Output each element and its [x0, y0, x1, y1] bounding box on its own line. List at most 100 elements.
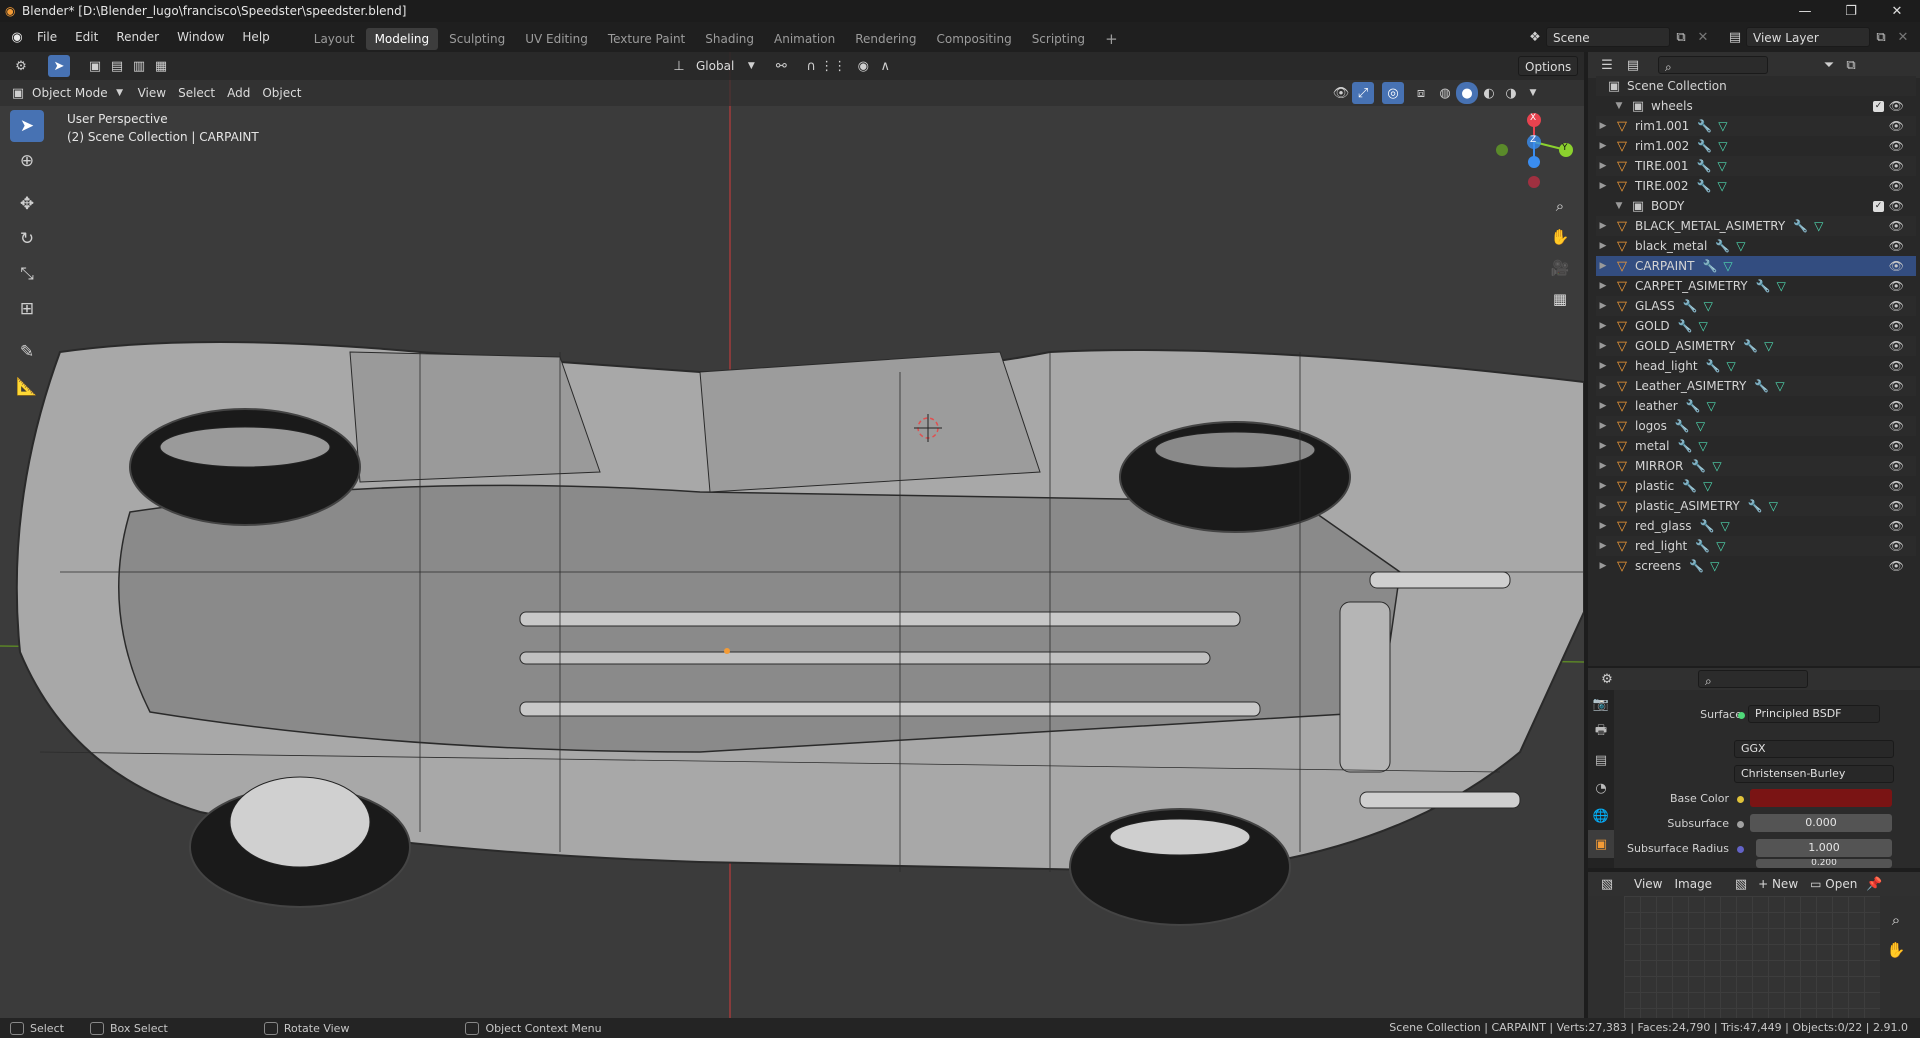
outliner-object-row[interactable]: ▶ ▽ MIRROR 🔧 ▽ 👁: [1596, 456, 1916, 476]
view-layer-field[interactable]: View Layer: [1746, 27, 1870, 47]
mesh-data-icon[interactable]: ▽: [1707, 399, 1716, 413]
ortho-grid-icon[interactable]: ▦: [1546, 285, 1574, 313]
menu-image[interactable]: Image: [1668, 874, 1718, 894]
visibility-eye-icon[interactable]: 👁: [1889, 519, 1904, 533]
visibility-eye-icon[interactable]: 👁: [1889, 439, 1904, 453]
chevron-down-icon[interactable]: ▼: [1522, 82, 1544, 104]
outliner-object-row[interactable]: ▶ ▽ TIRE.001 🔧 ▽ 👁: [1596, 156, 1916, 176]
falloff-icon[interactable]: ∧: [874, 55, 896, 77]
expand-arrow-icon[interactable]: ▶: [1596, 341, 1610, 351]
new-scene-icon[interactable]: ⧉: [1670, 26, 1692, 48]
blender-menu-icon[interactable]: ◉: [6, 26, 28, 48]
outliner-object-row[interactable]: ▶ ▽ plastic_ASIMETRY 🔧 ▽ 👁: [1596, 496, 1916, 516]
mesh-data-icon[interactable]: ▽: [1717, 179, 1726, 193]
scene-tab-icon[interactable]: ◔: [1588, 774, 1614, 802]
mesh-data-icon[interactable]: ▽: [1698, 439, 1707, 453]
zoom-icon[interactable]: ⌕: [1882, 906, 1910, 934]
expand-arrow-icon[interactable]: ▶: [1596, 521, 1610, 531]
orientation-icon[interactable]: ⊥: [668, 55, 690, 77]
zoom-icon[interactable]: ⌕: [1546, 192, 1574, 220]
outliner-object-row[interactable]: ▶ ▽ GLASS 🔧 ▽ 👁: [1596, 296, 1916, 316]
modifier-wrench-icon[interactable]: 🔧: [1697, 179, 1712, 193]
modifier-wrench-icon[interactable]: 🔧: [1675, 419, 1690, 433]
xray-icon[interactable]: ⧈: [1410, 82, 1432, 104]
world-tab-icon[interactable]: 🌐: [1588, 802, 1614, 830]
snap-target-icon[interactable]: ⋮⋮: [820, 55, 846, 77]
visibility-eye-icon[interactable]: 👁: [1889, 479, 1904, 493]
outliner-object-row[interactable]: ▶ ▽ GOLD_ASIMETRY 🔧 ▽ 👁: [1596, 336, 1916, 356]
mesh-data-icon[interactable]: ▽: [1704, 299, 1713, 313]
new-collection-icon[interactable]: ⧉: [1840, 54, 1862, 76]
menu-object[interactable]: Object: [256, 83, 307, 103]
remove-view-layer-icon[interactable]: ✕: [1892, 26, 1914, 48]
tab-compositing[interactable]: Compositing: [927, 28, 1020, 50]
outliner-object-row[interactable]: ▶ ▽ screens 🔧 ▽ 👁: [1596, 556, 1916, 576]
display-mode-icon[interactable]: ▤: [1622, 54, 1644, 76]
restore-icon[interactable]: ❐: [1828, 0, 1874, 22]
new-image-button[interactable]: + New: [1752, 874, 1804, 894]
visibility-eye-icon[interactable]: 👁: [1889, 539, 1904, 553]
surface-shader-field[interactable]: Principled BSDF: [1748, 705, 1880, 723]
mode-dropdown[interactable]: Object Mode: [26, 83, 114, 103]
outliner-object-row[interactable]: ▶ ▽ metal 🔧 ▽ 👁: [1596, 436, 1916, 456]
minimize-icon[interactable]: —: [1782, 0, 1828, 22]
mesh-data-icon[interactable]: ▽: [1699, 319, 1708, 333]
modifier-wrench-icon[interactable]: 🔧: [1689, 559, 1704, 573]
outliner-object-row[interactable]: ▶ ▽ BLACK_METAL_ASIMETRY 🔧 ▽ 👁: [1596, 216, 1916, 236]
outliner-object-row[interactable]: ▶ ▽ GOLD 🔧 ▽ 👁: [1596, 316, 1916, 336]
modifier-wrench-icon[interactable]: 🔧: [1793, 219, 1808, 233]
distribution-dropdown[interactable]: GGX: [1734, 740, 1894, 758]
modifier-wrench-icon[interactable]: 🔧: [1677, 439, 1692, 453]
expand-arrow-icon[interactable]: ▶: [1596, 361, 1610, 371]
subsurface-method-dropdown[interactable]: Christensen-Burley: [1734, 765, 1894, 783]
mesh-data-icon[interactable]: ▽: [1696, 419, 1705, 433]
visibility-eye-icon[interactable]: 👁: [1889, 219, 1904, 233]
mesh-data-icon[interactable]: ▽: [1775, 379, 1784, 393]
output-tab-icon[interactable]: 🖶: [1588, 718, 1614, 746]
mesh-data-icon[interactable]: ▽: [1727, 359, 1736, 373]
visibility-eye-icon[interactable]: 👁: [1889, 279, 1904, 293]
visibility-eye-icon[interactable]: 👁: [1889, 559, 1904, 573]
move-tool-icon[interactable]: ✥: [10, 188, 44, 220]
tab-layout[interactable]: Layout: [305, 28, 364, 50]
expand-arrow-icon[interactable]: ▶: [1596, 321, 1610, 331]
menu-select[interactable]: Select: [172, 83, 221, 103]
properties-editor-type-icon[interactable]: ⚙: [1596, 668, 1618, 690]
modifier-wrench-icon[interactable]: 🔧: [1715, 239, 1730, 253]
visibility-eye-icon[interactable]: 👁: [1889, 139, 1904, 153]
mesh-data-icon[interactable]: ▽: [1717, 159, 1726, 173]
expand-arrow-icon[interactable]: ▶: [1596, 301, 1610, 311]
visibility-eye-icon[interactable]: 👁: [1889, 359, 1904, 373]
base-color-swatch[interactable]: [1750, 789, 1892, 807]
expand-arrow-icon[interactable]: ▼: [1612, 101, 1626, 111]
wireframe-shading-icon[interactable]: ◍: [1434, 82, 1456, 104]
menu-file[interactable]: File: [28, 22, 66, 52]
visibility-eye-icon[interactable]: 👁: [1889, 379, 1904, 393]
select-box-tool-icon[interactable]: ➤: [10, 110, 44, 142]
tab-modeling[interactable]: Modeling: [365, 28, 439, 50]
modifier-wrench-icon[interactable]: 🔧: [1691, 459, 1706, 473]
mesh-data-icon[interactable]: ▽: [1769, 499, 1778, 513]
expand-arrow-icon[interactable]: ▶: [1596, 461, 1610, 471]
orientation-dropdown[interactable]: Global: [690, 56, 740, 76]
mesh-data-icon[interactable]: ▽: [1718, 119, 1727, 133]
select-mode-extend-icon[interactable]: ▤: [106, 55, 128, 77]
exclude-checkbox[interactable]: ✓: [1873, 100, 1884, 112]
3d-viewport[interactable]: [0, 52, 1584, 1018]
outliner-object-row[interactable]: ▶ ▽ rim1.001 🔧 ▽ 👁: [1596, 116, 1916, 136]
rotate-tool-icon[interactable]: ↻: [10, 223, 44, 255]
outliner-object-row[interactable]: ▶ ▽ CARPAINT 🔧 ▽ 👁: [1596, 256, 1916, 276]
tab-rendering[interactable]: Rendering: [846, 28, 925, 50]
expand-arrow-icon[interactable]: ▶: [1596, 501, 1610, 511]
scene-collection-row[interactable]: ▣ Scene Collection: [1596, 76, 1916, 96]
tab-uv-editing[interactable]: UV Editing: [516, 28, 597, 50]
gizmo-toggle-icon[interactable]: ⤢: [1352, 82, 1374, 104]
expand-arrow-icon[interactable]: ▶: [1596, 381, 1610, 391]
menu-window[interactable]: Window: [168, 22, 233, 52]
outliner-object-row[interactable]: ▶ ▽ CARPET_ASIMETRY 🔧 ▽ 👁: [1596, 276, 1916, 296]
expand-arrow-icon[interactable]: ▶: [1596, 241, 1610, 251]
snap-icon[interactable]: ∩: [800, 55, 822, 77]
visibility-eye-icon[interactable]: 👁: [1889, 199, 1904, 213]
modifier-wrench-icon[interactable]: 🔧: [1743, 339, 1758, 353]
tab-scripting[interactable]: Scripting: [1023, 28, 1094, 50]
